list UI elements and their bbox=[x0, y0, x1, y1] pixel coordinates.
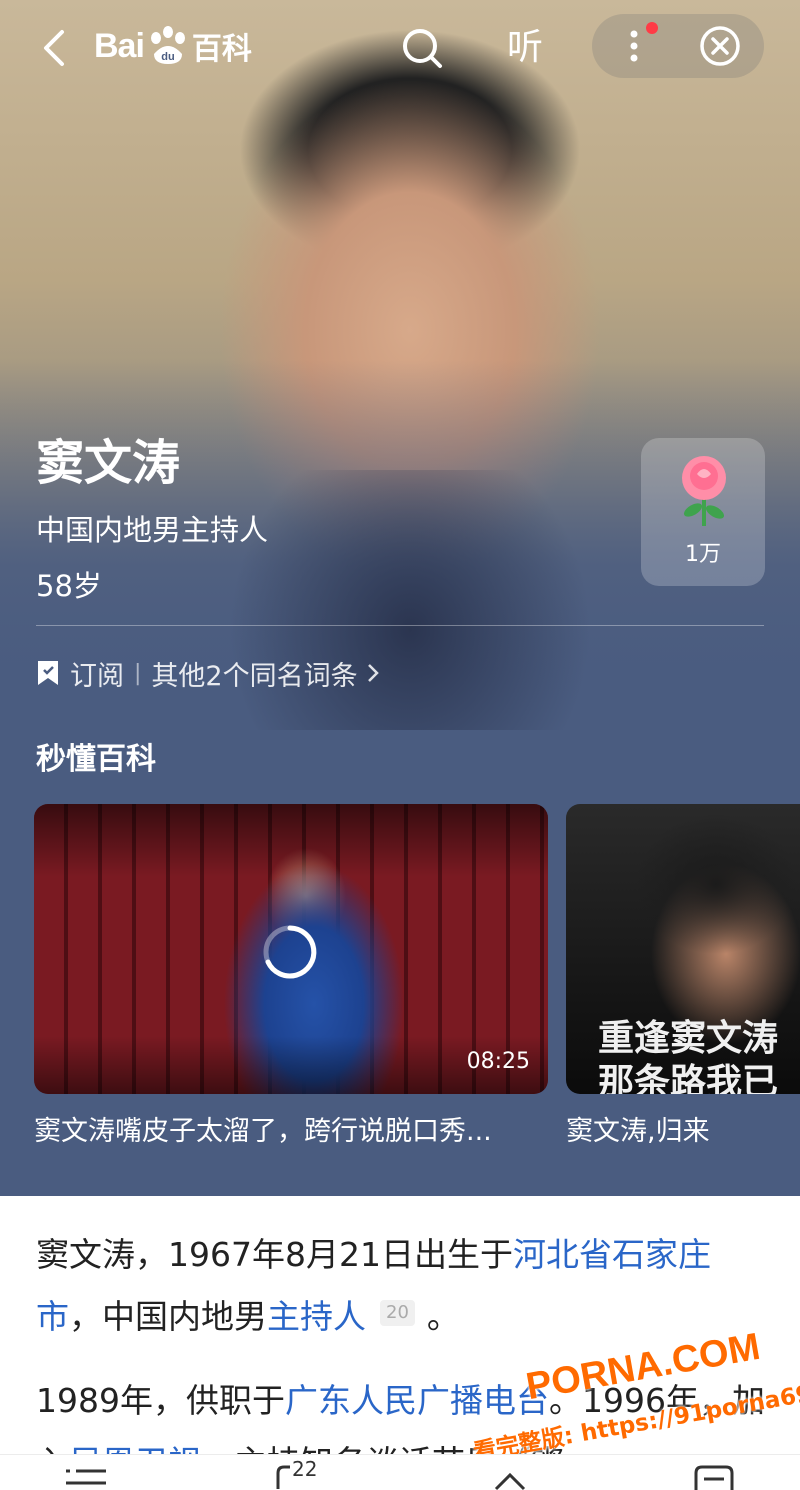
subscribe-button[interactable]: 订阅 bbox=[70, 654, 124, 693]
subscribe-row: 订阅 | 其他2个同名词条 bbox=[36, 650, 380, 696]
share-icon bbox=[494, 1472, 526, 1490]
flower-count: 1万 bbox=[685, 542, 721, 567]
comment-count: 22 bbox=[292, 1457, 318, 1481]
same-name-entries-link[interactable]: 其他2个同名词条 bbox=[151, 654, 357, 693]
entry-subtitle: 中国内地男主持人 bbox=[36, 513, 269, 547]
share-button[interactable] bbox=[490, 1463, 534, 1490]
baidu-baike-logo: Bai du 百科 bbox=[94, 22, 252, 70]
video-caption[interactable]: 窦文涛嘴皮子太溜了，跨行说脱口秀... bbox=[34, 1112, 492, 1152]
video-carousel[interactable]: 08:25 窦文涛嘴皮子太溜了，跨行说脱口秀... 重逢窦文涛 那条路我已 窦文… bbox=[0, 804, 800, 1174]
video-duration: 08:25 bbox=[466, 1049, 530, 1074]
link-guangdong-radio[interactable]: 广东人民广播电台 bbox=[285, 1381, 549, 1420]
video-card[interactable]: 08:25 窦文涛嘴皮子太溜了，跨行说脱口秀... bbox=[34, 804, 548, 1154]
top-bar: Bai du 百科 听 bbox=[0, 0, 800, 96]
video-thumbnail[interactable]: 08:25 bbox=[34, 804, 548, 1094]
chevron-left-icon bbox=[44, 30, 64, 66]
listen-button[interactable]: 听 bbox=[500, 24, 550, 72]
list-icon bbox=[66, 1469, 106, 1485]
edit-icon bbox=[694, 1465, 734, 1490]
catalog-button[interactable] bbox=[64, 1463, 108, 1490]
search-button[interactable] bbox=[400, 26, 444, 70]
rose-icon bbox=[682, 456, 726, 526]
send-flower-button[interactable]: 1万 bbox=[641, 438, 765, 586]
close-circle-icon bbox=[700, 26, 740, 66]
separator: | bbox=[134, 660, 142, 686]
entry-age: 58岁 bbox=[36, 569, 102, 603]
loading-spinner-icon bbox=[263, 925, 317, 979]
divider bbox=[36, 625, 764, 626]
bookmark-icon bbox=[38, 661, 58, 685]
article-paragraph: 窦文涛，1967年8月21日出生于河北省石家庄市，中国内地男主持人 20。 bbox=[36, 1235, 711, 1336]
mini-program-capsule bbox=[592, 14, 764, 78]
svg-text:du: du bbox=[161, 51, 174, 63]
video-caption[interactable]: 窦文涛,归来 bbox=[566, 1112, 710, 1152]
chevron-right-icon bbox=[367, 664, 379, 682]
edit-button[interactable] bbox=[692, 1463, 736, 1490]
video-thumbnail[interactable]: 重逢窦文涛 那条路我已 bbox=[566, 804, 800, 1094]
section-title: 秒懂百科 bbox=[36, 742, 156, 777]
paw-icon: du bbox=[150, 26, 185, 64]
hero-section: Bai du 百科 听 窦文涛 中国内地男主持人 58岁 1万 订阅 | 其他2… bbox=[0, 0, 800, 1196]
close-button[interactable] bbox=[698, 24, 742, 68]
back-button[interactable] bbox=[36, 26, 76, 70]
link-host[interactable]: 主持人 bbox=[267, 1297, 366, 1336]
notification-dot bbox=[646, 22, 658, 34]
thumbnail-text: 重逢窦文涛 那条路我已 bbox=[598, 1017, 779, 1094]
citation-badge[interactable]: 20 bbox=[380, 1300, 415, 1326]
video-card[interactable]: 重逢窦文涛 那条路我已 窦文涛,归来 bbox=[566, 804, 800, 1154]
entry-title: 窦文涛 bbox=[36, 435, 181, 491]
bottom-toolbar: 22 bbox=[0, 1454, 800, 1490]
search-icon bbox=[403, 29, 442, 68]
logo-suffix: 百科 bbox=[191, 32, 252, 67]
logo-text: Bai bbox=[94, 26, 145, 65]
comment-button[interactable]: 22 bbox=[274, 1457, 334, 1490]
